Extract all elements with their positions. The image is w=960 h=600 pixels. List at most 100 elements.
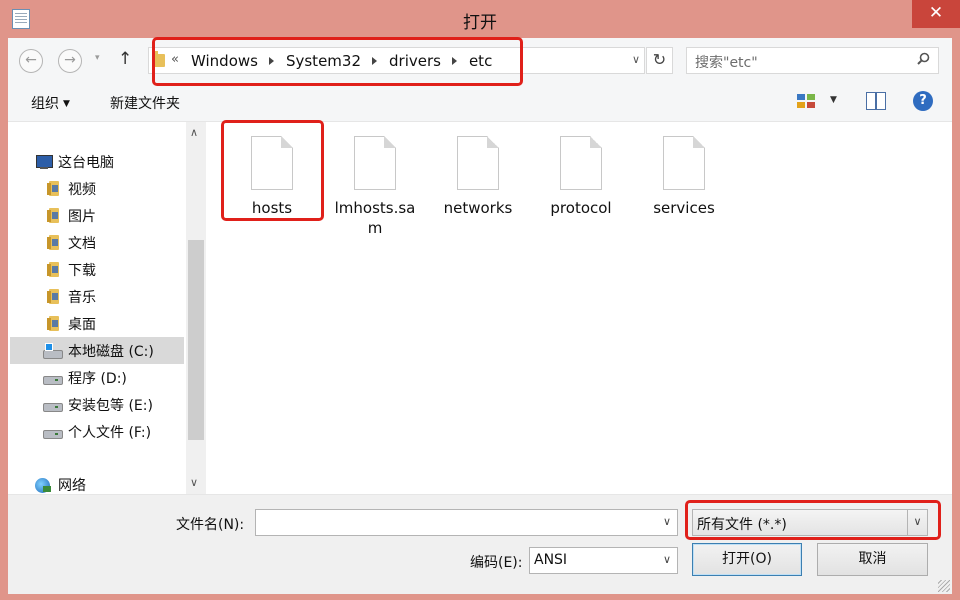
file-item-hosts[interactable]: hosts xyxy=(222,136,322,218)
file-item-networks[interactable]: networks xyxy=(428,136,528,218)
sidebar-item-drive-c[interactable]: 本地磁盘 (C:) xyxy=(10,337,184,364)
file-icon xyxy=(560,136,602,190)
resize-grip[interactable] xyxy=(938,580,950,592)
breadcrumb-drivers[interactable]: drivers xyxy=(389,52,441,70)
filename-input[interactable]: ∨ xyxy=(255,509,678,536)
sidebar-item-label: 程序 (D:) xyxy=(68,371,127,387)
file-name: hosts xyxy=(251,199,293,217)
refresh-button[interactable]: ↻ xyxy=(646,47,673,74)
sidebar-item-desktop[interactable]: 桌面 xyxy=(8,310,188,337)
recent-locations-button[interactable]: ▾ xyxy=(95,53,100,63)
address-overflow[interactable]: « xyxy=(171,52,179,67)
file-icon xyxy=(663,136,705,190)
sidebar-item-label: 个人文件 (F:) xyxy=(68,425,152,441)
sidebar-item-drive-e[interactable]: 安装包等 (E:) xyxy=(8,391,188,418)
forward-button[interactable]: → xyxy=(58,49,82,73)
music-folder-icon xyxy=(47,289,59,304)
file-name: protocol xyxy=(550,199,612,217)
file-name: lmhosts.sam xyxy=(334,199,416,237)
address-dropdown-icon[interactable]: ∨ xyxy=(632,53,640,66)
pictures-folder-icon xyxy=(47,208,59,223)
filename-label: 文件名(N): xyxy=(176,517,245,533)
breadcrumb-separator-icon[interactable] xyxy=(451,57,457,65)
organize-label: 组织 xyxy=(31,96,59,112)
desktop-folder-icon xyxy=(47,316,59,331)
file-name: services xyxy=(653,199,715,217)
breadcrumb-windows[interactable]: Windows xyxy=(191,52,258,70)
chevron-down-icon[interactable]: ∨ xyxy=(663,515,671,528)
documents-folder-icon xyxy=(47,235,59,250)
file-item-lmhosts[interactable]: lmhosts.sam xyxy=(325,136,425,238)
drive-icon xyxy=(43,397,63,413)
sidebar-item-documents[interactable]: 文档 xyxy=(8,229,188,256)
chevron-down-icon[interactable]: ∨ xyxy=(907,510,927,535)
drive-icon xyxy=(43,370,63,386)
navigation-bar: ← → ▾ ↑ « Windows System32 drivers etc ∨… xyxy=(8,38,952,82)
file-icon xyxy=(457,136,499,190)
sidebar-item-videos[interactable]: 视频 xyxy=(8,175,188,202)
help-icon[interactable]: ? xyxy=(913,91,933,111)
title-bar: 打开 ✕ xyxy=(0,0,960,38)
cancel-button[interactable]: 取消 xyxy=(817,543,928,576)
sidebar-item-pictures[interactable]: 图片 xyxy=(8,202,188,229)
sidebar-item-label: 图片 xyxy=(68,209,96,225)
change-view-icon[interactable] xyxy=(796,93,816,110)
window-title: 打开 xyxy=(463,13,497,33)
encoding-label: 编码(E): xyxy=(470,555,523,571)
search-icon[interactable] xyxy=(917,52,930,65)
sidebar-scrollbar[interactable]: ∧ ∨ xyxy=(186,122,206,494)
open-dialog: ← → ▾ ↑ « Windows System32 drivers etc ∨… xyxy=(8,37,952,594)
preview-pane-icon[interactable] xyxy=(866,92,886,110)
open-button[interactable]: 打开(O) xyxy=(692,543,802,576)
up-button[interactable]: ↑ xyxy=(118,49,132,69)
sidebar-item-label: 桌面 xyxy=(68,317,96,333)
breadcrumb-separator-icon[interactable] xyxy=(268,57,274,65)
search-box[interactable]: 搜索"etc" xyxy=(686,47,939,74)
network-icon xyxy=(34,477,51,493)
folder-icon xyxy=(152,51,165,67)
sidebar-item-label: 视频 xyxy=(68,182,96,198)
breadcrumb: Windows System32 drivers etc xyxy=(191,51,492,71)
sidebar-item-label: 安装包等 (E:) xyxy=(68,398,153,414)
file-icon xyxy=(354,136,396,190)
scroll-up-icon[interactable]: ∧ xyxy=(190,126,198,139)
file-list: hosts lmhosts.sam networks protocol serv… xyxy=(206,122,952,494)
breadcrumb-separator-icon[interactable] xyxy=(372,57,377,65)
search-placeholder: 搜索"etc" xyxy=(695,55,758,71)
close-button[interactable]: ✕ xyxy=(912,0,960,28)
sidebar-item-network[interactable]: 网络 xyxy=(8,471,188,494)
sidebar-item-label: 文档 xyxy=(68,236,96,252)
back-button[interactable]: ← xyxy=(19,49,43,73)
system-drive-icon xyxy=(43,343,63,359)
encoding-select[interactable]: ANSI ∨ xyxy=(529,547,678,574)
sidebar-item-this-pc[interactable]: 这台电脑 xyxy=(8,148,188,175)
sidebar-item-label: 本地磁盘 (C:) xyxy=(68,344,154,360)
file-name: networks xyxy=(443,199,513,217)
view-options-button[interactable]: ▼ xyxy=(830,95,837,105)
address-bar[interactable]: « Windows System32 drivers etc ∨ xyxy=(148,47,645,74)
breadcrumb-system32[interactable]: System32 xyxy=(286,52,361,70)
downloads-folder-icon xyxy=(47,262,59,277)
file-item-protocol[interactable]: protocol xyxy=(531,136,631,218)
file-type-value: 所有文件 (*.*) xyxy=(697,517,787,533)
videos-folder-icon xyxy=(47,181,59,196)
new-folder-button[interactable]: 新建文件夹 xyxy=(110,93,180,113)
file-type-filter[interactable]: 所有文件 (*.*) ∨ xyxy=(692,509,928,536)
organize-menu[interactable]: 组织 ▼ xyxy=(31,93,70,113)
sidebar-item-label: 下载 xyxy=(68,263,96,279)
drive-icon xyxy=(43,424,63,440)
breadcrumb-etc[interactable]: etc xyxy=(469,52,492,70)
file-icon xyxy=(251,136,293,190)
chevron-down-icon[interactable]: ∨ xyxy=(663,553,671,566)
dialog-footer: 文件名(N): ∨ 所有文件 (*.*) ∨ 编码(E): ANSI ∨ 打开(… xyxy=(8,494,952,594)
scrollbar-thumb[interactable] xyxy=(188,240,204,440)
file-item-services[interactable]: services xyxy=(634,136,734,218)
encoding-value: ANSI xyxy=(534,552,568,568)
sidebar-item-downloads[interactable]: 下载 xyxy=(8,256,188,283)
command-toolbar: 组织 ▼ 新建文件夹 ▼ ? xyxy=(8,82,952,122)
sidebar-item-drive-d[interactable]: 程序 (D:) xyxy=(8,364,188,391)
sidebar-item-music[interactable]: 音乐 xyxy=(8,283,188,310)
computer-icon xyxy=(34,154,53,170)
scroll-down-icon[interactable]: ∨ xyxy=(190,476,198,489)
sidebar-item-drive-f[interactable]: 个人文件 (F:) xyxy=(8,418,188,445)
